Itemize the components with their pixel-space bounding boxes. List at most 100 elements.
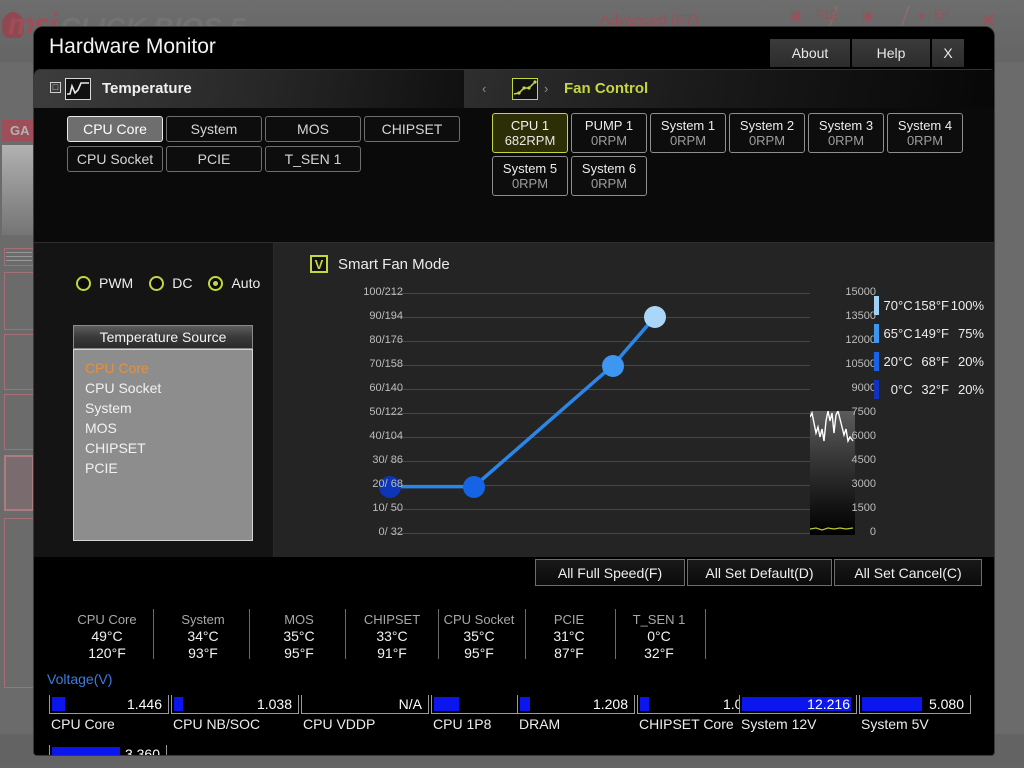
smart-fan-mode-row[interactable]: V Smart Fan Mode [310,255,450,273]
readout-celsius: 35°C [283,628,315,644]
voltage-bar: 1.038 [171,695,299,714]
chevron-left-icon[interactable]: ‹ [482,81,486,96]
temperature-source-system[interactable]: System [85,398,252,418]
temperature-graph-svg [67,82,89,95]
y-axis-left-tick: 60/140 [369,382,403,394]
fan-curve-point-2[interactable] [601,354,624,377]
fan-button-rpm: 682RPM [504,133,556,148]
readout-celsius: 49°C [91,628,123,644]
voltage-label: System 12V [741,716,817,732]
y-axis-right-tick: 10500 [845,358,876,370]
curve-point-celsius: 20°C [883,353,913,369]
curve-point-duty: 20% [957,381,984,397]
curve-point-duty: 100% [950,297,984,313]
fan-mode-radio-pwm[interactable] [76,275,91,291]
voltage-bar-fill [640,697,649,711]
temperature-source-cpu-socket[interactable]: CPU Socket [85,378,252,398]
voltage-section: Voltage(V) 1.446 CPU Core 1.038 CPU NB/SOC N… [34,659,994,756]
voltage-value: 3.360 [124,746,160,756]
close-button[interactable]: X [932,39,964,67]
voltage-item-cpu-vddp: N/A CPU VDDP [301,695,429,732]
all-set-cancel-button[interactable]: All Set Cancel(C) [834,559,982,586]
temperature-readout-pcie: PCIE 31°C 87°F [524,611,614,662]
voltage-bar: 3.360 [49,745,167,756]
curve-point-row[interactable]: 0°C 32°F 20% [874,375,984,403]
fan-button-cpu-1[interactable]: CPU 1 682RPM [492,113,568,153]
curve-point-duty: 20% [957,353,984,369]
expander-icon[interactable]: □ [50,82,61,93]
voltage-item-system-3-3v: 3.360System 3.3V [49,745,167,756]
temperature-tab-pcie[interactable]: PCIE [166,146,262,172]
voltage-bar-fill [174,697,183,711]
voltage-label: CPU VDDP [303,716,376,732]
temperature-source-title: Temperature Source [73,325,253,349]
hardware-monitor-window: Hardware Monitor About Help X □ Temperat… [33,26,995,756]
fan-curve-plot-area[interactable] [379,293,855,535]
help-button[interactable]: Help [852,39,930,67]
fan-button-system-6[interactable]: System 6 0RPM [571,156,647,196]
fan-button-name: CPU 1 [510,118,550,133]
temperature-tab-cpu-socket[interactable]: CPU Socket [67,146,163,172]
about-button[interactable]: About [770,39,850,67]
chevron-right-icon[interactable]: › [544,81,548,96]
temperature-tab-chipset[interactable]: CHIPSET [364,116,460,142]
temperature-tab-t-sen-1[interactable]: T_SEN 1 [265,146,361,172]
temperature-source-chipset[interactable]: CHIPSET [85,438,252,458]
fan-button-name: System 3 [818,118,874,133]
readout-celsius: 33°C [376,628,408,644]
smart-fan-mode-checkbox[interactable]: V [310,255,328,273]
temperature-tab-system[interactable]: System [166,116,262,142]
page-title: Hardware Monitor [49,35,216,58]
readout-name: T_SEN 1 [632,612,686,627]
y-axis-left-tick: 40/104 [369,430,403,442]
y-axis-right-tick: 4500 [851,454,876,466]
fan-mode-column: PWM DC Auto Temperature Source CPU Core CPU… [34,243,274,559]
fan-curve-point-3[interactable] [643,306,666,329]
temperature-source-mos[interactable]: MOS [85,418,252,438]
curve-point-row[interactable]: 65°C 149°F 75% [874,319,984,347]
y-axis-left-tick: 100/212 [363,286,403,298]
voltage-item-system-5v: 5.080 System 5V [859,695,971,732]
readout-name: PCIE [553,612,585,627]
fan-button-rpm: 0RPM [827,133,865,148]
voltage-bar: 5.080 [859,695,971,714]
y-axis-right-tick: 12000 [845,334,876,346]
fan-curve-point-1[interactable] [463,475,485,498]
y-axis-left-tick: 70/158 [369,358,403,370]
fan-mode-radio-auto[interactable] [208,275,224,291]
temperature-readout-chipset: CHIPSET 33°C 91°F [347,611,437,662]
voltage-value: 5.080 [928,696,964,712]
curve-point-row[interactable]: 20°C 68°F 20% [874,347,984,375]
fan-curve-chart[interactable]: (°C) (°F) (RPM) 100/2121500090/194135008… [310,285,876,574]
fan-control-panel-header[interactable]: ‹ › Fan Control [464,70,994,108]
fan-button-system-3[interactable]: System 3 0RPM [808,113,884,153]
temperature-source-cpu-core[interactable]: CPU Core [85,358,252,378]
temperature-panel-header[interactable]: □ Temperature [34,70,464,108]
temperature-source-list: CPU Core CPU Socket System MOS CHIPSET PCIE [73,349,253,541]
temperature-tab-cpu-core[interactable]: CPU Core [67,116,163,142]
fan-button-system-1[interactable]: System 1 0RPM [650,113,726,153]
temperature-source-pcie[interactable]: PCIE [85,458,252,478]
voltage-bar: 1.208 [517,695,635,714]
voltage-value: 1.038 [256,696,292,712]
y-axis-right-tick: 9000 [851,382,876,394]
y-axis-right-tick: 0 [869,526,876,538]
fan-curve-svg [513,80,537,95]
curve-point-row[interactable]: 70°C 158°F 100% [874,291,984,319]
fan-mode-label-auto: Auto [231,275,261,291]
y-axis-right-tick: 15000 [845,286,876,298]
all-full-speed-button[interactable]: All Full Speed(F) [535,559,685,586]
fan-curve-icon [512,78,538,100]
y-axis-left-tick: 20/ 68 [372,478,403,490]
all-set-default-button[interactable]: All Set Default(D) [687,559,832,586]
voltage-bar: 1.446 [49,695,169,714]
fan-button-system-2[interactable]: System 2 0RPM [729,113,805,153]
readout-celsius: 34°C [187,628,219,644]
fan-button-pump-1[interactable]: PUMP 1 0RPM [571,113,647,153]
smart-fan-mode-label: Smart Fan Mode [338,255,450,273]
fan-mode-radio-dc[interactable] [149,275,165,291]
fan-button-system-5[interactable]: System 5 0RPM [492,156,568,196]
fan-button-system-4[interactable]: System 4 0RPM [887,113,963,153]
readout-divider [345,609,346,665]
temperature-tab-mos[interactable]: MOS [265,116,361,142]
